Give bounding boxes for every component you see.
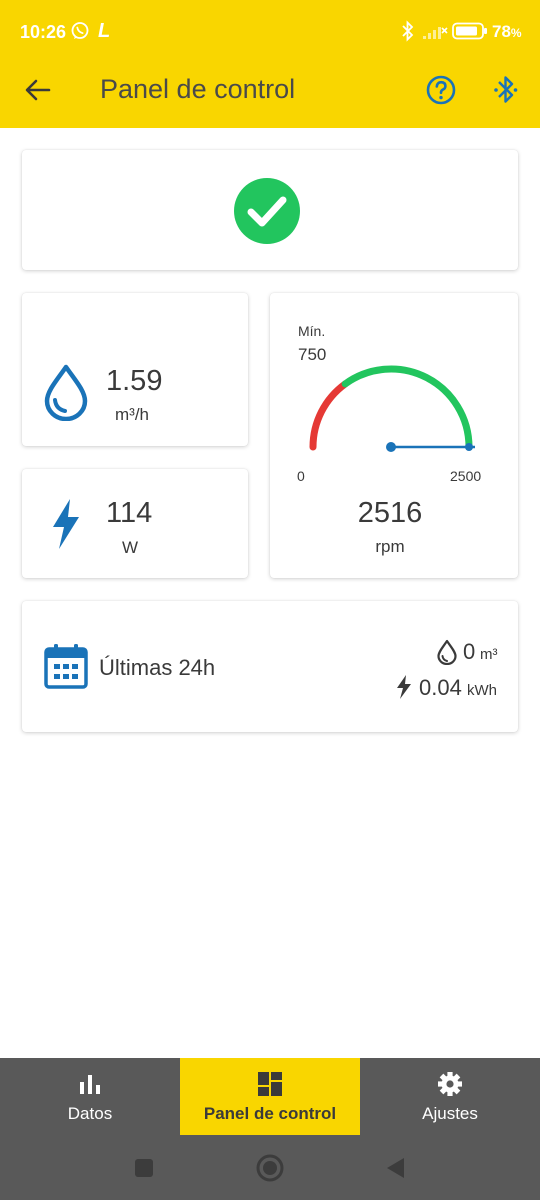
rpm-value: 2516	[357, 497, 423, 529]
gauge-scale-end: 2500	[450, 468, 482, 484]
nav-label-ajustes: Ajustes	[422, 1104, 478, 1123]
carrier-letter: L	[98, 20, 111, 42]
gauge-needle-tip	[465, 443, 473, 451]
bar-chart-icon	[80, 1075, 100, 1094]
power-value: 114	[106, 497, 153, 529]
power-card: 114 W	[22, 469, 248, 578]
app-header: 10:26 L 78% Panel de control	[0, 0, 540, 128]
gauge-scale-start: 0	[297, 468, 305, 484]
nav-label-datos: Datos	[67, 1104, 113, 1123]
nav-item-ajustes[interactable]: Ajustes	[360, 1058, 540, 1135]
calendar-icon	[44, 644, 88, 689]
bluetooth-status-icon	[402, 20, 414, 42]
gauge-min-label: Mín.	[298, 323, 326, 339]
gauge-red-arc	[309, 380, 349, 451]
status-time: 10:26	[20, 22, 67, 42]
flow-card: 1.59 m³/h	[22, 293, 248, 446]
water-drop-icon	[44, 364, 88, 421]
battery-percent: 78%	[492, 22, 522, 41]
flow-value: 1.59	[106, 365, 163, 397]
system-recents-button[interactable]	[133, 1157, 155, 1179]
flow-unit: m³/h	[115, 405, 149, 424]
bluetooth-searching-icon[interactable]	[492, 72, 522, 108]
dashboard-icon	[258, 1072, 282, 1096]
battery-icon	[452, 22, 487, 40]
page-title: Panel de control	[100, 74, 296, 104]
help-icon[interactable]	[424, 73, 458, 107]
check-circle-icon	[234, 178, 300, 244]
power-unit: W	[122, 538, 139, 557]
nav-item-panel-de-control[interactable]: Panel de control	[180, 1058, 360, 1135]
system-home-button[interactable]	[255, 1153, 285, 1183]
water-drop-small-icon	[437, 639, 457, 665]
nav-item-datos[interactable]: Datos	[0, 1058, 180, 1135]
last-24h-water-unit: m³	[480, 646, 498, 663]
last-24h-energy-unit: kWh	[467, 682, 497, 699]
gear-icon	[438, 1072, 462, 1096]
lightning-icon	[53, 499, 79, 549]
rpm-unit: rpm	[375, 537, 405, 556]
signal-icon	[423, 27, 448, 39]
gauge-needle-hub	[386, 442, 396, 452]
status-bar: 10:26 L 78%	[0, 0, 540, 64]
back-arrow-icon[interactable]	[22, 74, 54, 106]
last-24h-water-value: 0	[463, 639, 476, 664]
last-24h-card[interactable]: Últimas 24h 0 m³ 0.04 kWh	[22, 601, 518, 732]
whatsapp-icon	[71, 22, 89, 39]
rpm-gauge-card: Mín. 750 0 2500 2516 rpm	[270, 293, 518, 578]
last-24h-energy-value: 0.04	[419, 675, 462, 700]
last-24h-label: Últimas 24h	[99, 655, 216, 680]
system-back-button[interactable]	[384, 1156, 406, 1180]
lightning-small-icon	[397, 675, 411, 699]
gauge-green-arc	[341, 365, 473, 451]
status-card	[22, 150, 518, 270]
nav-label-panel-de-control: Panel de control	[203, 1104, 337, 1123]
